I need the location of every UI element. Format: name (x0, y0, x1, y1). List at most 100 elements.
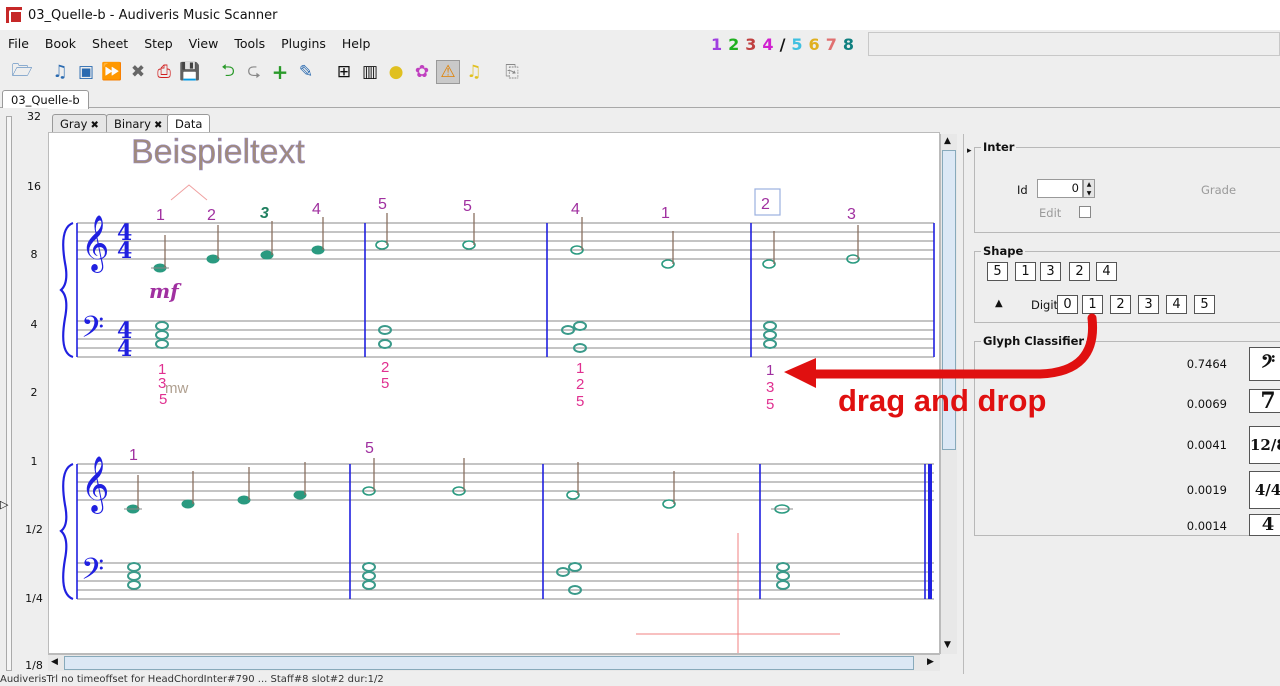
fingering[interactable]: 3 (766, 379, 774, 396)
pdf-icon[interactable]: ⎙ (152, 60, 176, 84)
fingering[interactable]: 5 (378, 196, 387, 213)
save-icon[interactable]: 💾 (178, 60, 202, 84)
treble-clef-icon[interactable]: 𝄞 (81, 456, 109, 514)
recent-shape-button[interactable]: 5 (987, 262, 1008, 281)
scroll-right-icon[interactable]: ▶ (927, 657, 934, 667)
voice-layer-1[interactable]: 1 (711, 35, 722, 54)
fingering[interactable]: 5 (381, 375, 389, 392)
fingering[interactable]: 1 (156, 207, 165, 224)
fingering[interactable]: 4 (571, 201, 580, 218)
horizontal-scrollbar[interactable]: ◀ ▶ (48, 654, 940, 671)
tab-binary[interactable]: Binary ✖ (106, 114, 171, 133)
recent-shape-button[interactable]: 4 (1096, 262, 1117, 281)
fingering[interactable]: 2 (207, 207, 216, 224)
scroll-down-icon[interactable]: ▼ (944, 640, 951, 650)
menu-sheet[interactable]: Sheet (84, 36, 136, 51)
horizontal-scroll-thumb[interactable] (64, 656, 914, 670)
fingering[interactable]: 3 (260, 205, 269, 222)
menu-step[interactable]: Step (136, 36, 180, 51)
classifier-row[interactable]: 0.0019 4/4 (975, 471, 1280, 509)
id-field[interactable]: 0 (1037, 179, 1083, 198)
time-signature-icon[interactable]: 4 (117, 336, 132, 362)
fingering[interactable]: 5 (365, 440, 374, 457)
panel-collapse-icon[interactable]: ▸ (967, 146, 972, 156)
close-tab-icon[interactable]: ✖ (91, 120, 99, 131)
menu-book[interactable]: Book (37, 36, 84, 51)
voice-layer-6[interactable]: 6 (809, 35, 820, 54)
lyric-fragment[interactable]: mw (165, 380, 188, 397)
music-open-icon[interactable]: ♫ (48, 60, 72, 84)
fingering[interactable]: 1 (766, 362, 774, 379)
digit-shape-button[interactable]: 3 (1138, 295, 1159, 314)
score-drawing[interactable]: Beispieltext 𝄞 4 4 𝄢 4 4 1 2 3 4 5 5 4 1… (49, 133, 940, 654)
fingering[interactable]: 1 (129, 447, 138, 464)
voice-layer-7[interactable]: 7 (826, 35, 837, 54)
zoom-ruler[interactable]: 32 16 8 4 2 1 1/2 1/4 1/8 (0, 108, 48, 674)
close-icon[interactable]: ✖ (126, 60, 150, 84)
zoom-pointer-icon[interactable]: ▷ (0, 498, 8, 511)
voice-layer-8[interactable]: 8 (843, 35, 854, 54)
close-tab-icon[interactable]: ✖ (154, 120, 162, 131)
voice-layer-5[interactable]: 5 (791, 35, 802, 54)
voice-layer-2[interactable]: 2 (728, 35, 739, 54)
fingering[interactable]: 2 (381, 359, 389, 376)
menu-file[interactable]: File (0, 36, 37, 51)
time-4-glyph-button[interactable]: 4 (1249, 514, 1280, 536)
edit-icon[interactable]: ✎ (294, 60, 318, 84)
fingering-selected[interactable]: 2 (761, 196, 770, 213)
collapse-family-icon[interactable]: ▲ (995, 298, 1003, 309)
bass-clef-glyph-button[interactable]: 𝄢 (1249, 347, 1280, 381)
music-note-icon[interactable]: ♫ (462, 60, 486, 84)
fingering[interactable]: 1 (661, 205, 670, 222)
recent-shape-button[interactable]: 1 (1015, 262, 1036, 281)
tab-data[interactable]: Data (167, 114, 211, 133)
menu-help[interactable]: Help (334, 36, 379, 51)
bass-clef-icon[interactable]: 𝄢 (81, 553, 104, 594)
fingering[interactable]: 4 (312, 201, 321, 218)
menu-view[interactable]: View (181, 36, 227, 51)
palette-icon[interactable]: ✿ (410, 60, 434, 84)
fingering[interactable]: 2 (576, 376, 584, 393)
add-icon[interactable]: + (268, 60, 292, 84)
time-4-4-glyph-button[interactable]: 4/4 (1249, 471, 1280, 509)
open-icon[interactable]: 🗁 (10, 60, 34, 84)
book-tab[interactable]: 03_Quelle-b (2, 90, 89, 109)
system1-treble-notes[interactable] (151, 213, 860, 273)
classifier-row[interactable]: 0.0041 12/8 (975, 426, 1280, 464)
time-signature-icon[interactable]: 4 (117, 238, 132, 264)
text-item[interactable]: Beispieltext (131, 133, 306, 171)
voice-layer-4[interactable]: 4 (762, 35, 773, 54)
system2-treble-notes[interactable] (124, 458, 793, 514)
tab-gray[interactable]: Gray ✖ (52, 114, 107, 133)
warning-icon[interactable]: ⚠ (436, 60, 460, 84)
bass-clef-icon[interactable]: 𝄢 (81, 311, 104, 352)
voice-layer-3[interactable]: 3 (745, 35, 756, 54)
time-12-8-glyph-button[interactable]: 12/8 (1249, 426, 1280, 464)
redo-icon[interactable]: ⮎ (242, 60, 266, 84)
grid-icon[interactable]: ⊞ (332, 60, 356, 84)
fingering[interactable]: 5 (463, 198, 472, 215)
recent-shape-button[interactable]: 3 (1040, 262, 1061, 281)
voice-layer-selector[interactable]: 1 2 3 4 / 5 6 7 8 (708, 33, 857, 55)
image-icon[interactable]: ▣ (74, 60, 98, 84)
fingering[interactable]: 3 (847, 206, 856, 223)
fingering[interactable]: 1 (576, 360, 584, 377)
digit-shape-button[interactable]: 4 (1166, 295, 1187, 314)
fingering[interactable]: 5 (766, 396, 774, 413)
split-icon[interactable]: ▥ (358, 60, 382, 84)
menu-plugins[interactable]: Plugins (273, 36, 334, 51)
classifier-row[interactable]: 0.7464 𝄢 (975, 347, 1280, 381)
digit-shape-button[interactable]: 1 (1082, 295, 1103, 314)
fast-forward-icon[interactable]: ⏩ (100, 60, 124, 84)
system2-bass-chords[interactable] (127, 562, 790, 595)
undo-icon[interactable]: ⮌ (216, 60, 240, 84)
scroll-left-icon[interactable]: ◀ (51, 657, 58, 667)
digit-shape-button[interactable]: 0 (1057, 295, 1078, 314)
score-canvas[interactable]: Beispieltext 𝄞 4 4 𝄢 4 4 1 2 3 4 5 5 4 1… (48, 132, 940, 654)
dot-icon[interactable]: ● (384, 60, 408, 84)
time-7-glyph-button[interactable]: 7 (1249, 389, 1280, 413)
system1-chord-fingerings[interactable]: 1 3 5 2 5 1 2 5 1 3 5 (158, 359, 774, 413)
edit-checkbox[interactable] (1079, 206, 1091, 218)
dynamics-mark[interactable]: mf (149, 279, 182, 303)
id-spinner[interactable]: ▲ ▼ (1083, 179, 1095, 198)
